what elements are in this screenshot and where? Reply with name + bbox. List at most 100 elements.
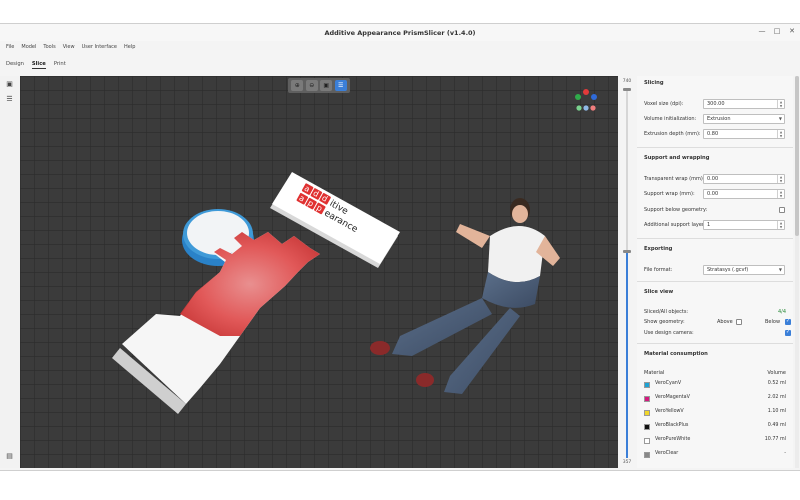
above-label: Above [717,319,733,325]
additional-layers-stepper-icon[interactable]: ▲ ▼ [777,221,784,229]
slice-view-icon[interactable]: ☰ [334,80,347,91]
layer-slider-fill [626,250,628,458]
material-swatch [644,424,650,430]
title-bar: Additive Appearance PrismSlicer (v1.4.0)… [0,24,800,41]
left-toolbar: ▣ ☰ ▤ [0,76,20,468]
support-below-checkbox[interactable] [779,207,785,213]
divider [637,343,793,344]
material-name: VeroClear [655,451,679,456]
menu-model[interactable]: Model [21,44,36,50]
close-button[interactable]: ✕ [787,27,797,35]
gizmo-axis-x[interactable] [591,94,597,100]
voxel-size-input[interactable]: 300.00 ▲ ▼ [703,99,785,109]
voxel-size-stepper-icon[interactable]: ▲ ▼ [777,100,784,108]
gizmo-axis-y[interactable] [575,94,581,100]
slice-view-title: Slice view [644,289,674,295]
transparent-wrap-input[interactable]: 0.00 ▲ ▼ [703,174,785,184]
file-format-value: Stratasys (.gcvf) [707,267,749,273]
material-name: VeroCyanV [655,381,682,386]
layers-icon[interactable]: ☰ [5,95,14,104]
material-title: Material consumption [644,351,708,357]
panel-scrollbar-thumb[interactable] [795,76,799,236]
menu-tools[interactable]: Tools [43,44,55,50]
transparent-wrap-label: Transparent wrap (mm): [644,176,705,182]
layer-slider-upper-handle[interactable] [623,88,631,91]
volume-init-label: Volume initialization: [644,116,697,122]
menu-user-interface[interactable]: User Interface [82,44,117,50]
support-below-label: Support below geometry: [644,207,708,213]
volume-init-select[interactable]: Extrusion ▼ [703,114,785,124]
layer-slider-bottom-value: 357 [622,460,632,465]
tab-slice[interactable]: Slice [31,60,46,69]
camera-icon[interactable]: ▣ [320,80,333,91]
above-checkbox[interactable] [736,319,742,325]
material-name: VeroMagentaV [655,395,690,400]
divider [637,238,793,239]
additional-layers-value: 1 [707,222,711,228]
volume-init-value: Extrusion [707,116,731,122]
voxel-size-value: 300.00 [707,101,725,107]
design-camera-checkbox[interactable] [785,329,791,336]
material-swatch [644,452,650,458]
layer-slider-top-value: 740 [622,79,632,84]
slicing-title: Slicing [644,80,664,86]
material-swatch [644,410,650,416]
maximize-button[interactable]: □ [772,27,782,35]
menu-help[interactable]: Help [124,44,135,50]
gizmo-axis-neg-z[interactable] [583,105,589,111]
below-checkbox[interactable] [785,318,791,325]
material-row: VeroBlackPlus 0.49 ml [644,423,786,431]
material-row: VeroMagentaV 2.02 ml [644,395,786,403]
menu-file[interactable]: File [6,44,14,50]
chevron-down-icon: ▼ [778,267,782,272]
additional-layers-input[interactable]: 1 ▲ ▼ [703,220,785,230]
material-swatch [644,382,650,388]
material-volume: 1.10 ml [767,409,786,414]
layer-slider[interactable]: 740 357 [618,76,636,468]
gizmo-axis-z[interactable] [583,89,589,95]
extrusion-depth-stepper-icon[interactable]: ▲ ▼ [777,130,784,138]
support-wrap-input[interactable]: 0.00 ▲ ▼ [703,189,785,199]
panel-toggle-icon[interactable]: ▤ [5,452,14,461]
volume-column-header: Volume [767,370,786,376]
transparent-wrap-stepper-icon[interactable]: ▲ ▼ [777,175,784,183]
support-wrap-stepper-icon[interactable]: ▲ ▼ [777,190,784,198]
menu-view[interactable]: View [63,44,75,50]
settings-panel: Slicing Voxel size (dpi): 300.00 ▲ ▼ Volum… [637,76,793,468]
orientation-gizmo[interactable] [574,88,598,112]
objects-panel-icon[interactable]: ▣ [5,80,14,89]
additional-layers-label: Additional support layers: [644,222,709,228]
app-window: Additive Appearance PrismSlicer (v1.4.0)… [0,23,800,471]
file-format-label: File format: [644,267,673,273]
gizmo-axis-neg-x[interactable] [590,105,596,111]
mode-tabs: Design Slice Print [0,58,66,70]
minimize-button[interactable]: — [757,27,767,35]
material-volume: - [784,451,786,456]
extrusion-depth-value: 0.80 [707,131,719,137]
chevron-down-icon: ▼ [778,116,782,121]
3d-viewport[interactable]: a d d itive a p p earance ⊕ ⊖ ▣ ☰ [20,76,618,468]
support-wrap-value: 0.00 [707,191,719,197]
material-row: VeroClear - [644,451,786,459]
zoom-out-icon[interactable]: ⊖ [305,80,318,91]
scene-canvas[interactable]: a d d itive a p p earance [20,76,618,468]
tab-design[interactable]: Design [6,60,24,68]
file-format-select[interactable]: Stratasys (.gcvf) ▼ [703,265,785,275]
extrusion-depth-label: Extrusion depth (mm): [644,131,701,137]
view-toolbar: ⊕ ⊖ ▣ ☰ [288,78,350,93]
zoom-in-icon[interactable]: ⊕ [291,80,304,91]
extrusion-depth-input[interactable]: 0.80 ▲ ▼ [703,129,785,139]
divider [637,281,793,282]
show-geometry-label: Show geometry: [644,319,685,325]
tab-print[interactable]: Print [54,60,66,68]
gizmo-axis-neg-y[interactable] [576,105,582,111]
panel-scrollbar[interactable] [795,76,799,468]
menu-bar: File Model Tools View User Interface Hel… [0,42,800,52]
material-row: VeroCyanV 0.52 ml [644,381,786,389]
exporting-title: Exporting [644,246,673,252]
material-column-header: Material [644,370,665,376]
layer-slider-lower-handle[interactable] [623,249,631,253]
window-title: Additive Appearance PrismSlicer (v1.4.0) [324,28,476,37]
material-swatch [644,438,650,444]
material-row: VeroPureWhite 10.77 ml [644,437,786,445]
